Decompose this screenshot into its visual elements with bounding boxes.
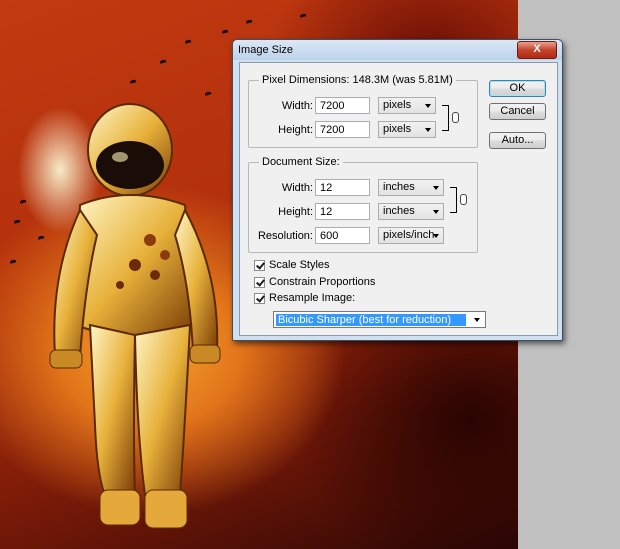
dropdown-arrow-icon <box>425 104 431 108</box>
pixel-width-unit-select[interactable]: pixels <box>378 97 436 114</box>
scale-styles-label: Scale Styles <box>269 259 330 271</box>
document-size-legend: Document Size: <box>259 156 343 168</box>
pixel-width-label: Width: <box>281 100 313 112</box>
dialog-body: Pixel Dimensions: 148.3M (was 5.81M) Wid… <box>239 62 558 336</box>
chain-link-icon <box>460 194 467 205</box>
pixel-dimensions-group: Pixel Dimensions: 148.3M (was 5.81M) Wid… <box>248 74 478 148</box>
resolution-unit-select[interactable]: pixels/inch <box>378 227 444 244</box>
ok-button[interactable]: OK <box>489 80 546 97</box>
close-button[interactable]: X <box>517 41 557 59</box>
document-size-label: Document Size: <box>262 156 340 168</box>
pixel-height-unit: pixels <box>383 123 412 135</box>
doc-width-input[interactable] <box>315 179 370 196</box>
resample-image-checkbox[interactable] <box>254 293 265 304</box>
doc-height-unit: inches <box>383 205 415 217</box>
checkbox-check-icon <box>256 277 265 287</box>
document-size-group: Document Size: Width: inches Height: inc… <box>248 156 478 253</box>
doc-height-input[interactable] <box>315 203 370 220</box>
constrain-proportions-checkbox[interactable] <box>254 277 265 288</box>
resolution-label: Resolution: <box>257 230 313 242</box>
pixel-link-bracket <box>442 105 449 131</box>
cancel-button[interactable]: Cancel <box>489 103 546 120</box>
pixel-width-unit: pixels <box>383 99 412 111</box>
pixel-dimensions-legend: Pixel Dimensions: 148.3M (was 5.81M) <box>259 74 456 86</box>
auto-button[interactable]: Auto... <box>489 132 546 149</box>
resample-image-label: Resample Image: <box>269 292 356 304</box>
doc-width-unit: inches <box>383 181 415 193</box>
resolution-unit: pixels/inch <box>383 229 435 241</box>
dropdown-arrow-icon <box>425 128 431 132</box>
doc-height-unit-select[interactable]: inches <box>378 203 444 220</box>
pixel-dimensions-summary: 148.3M (was 5.81M) <box>352 74 453 86</box>
document-link-bracket <box>450 187 457 213</box>
resample-method-value: Bicubic Sharper (best for reduction) <box>276 314 466 326</box>
scale-styles-checkbox[interactable] <box>254 260 265 271</box>
resolution-input[interactable] <box>315 227 370 244</box>
constrain-proportions-label: Constrain Proportions <box>269 276 376 288</box>
checkbox-check-icon <box>256 260 265 270</box>
astronaut-figure <box>49 103 221 529</box>
pixel-width-input[interactable] <box>315 97 370 114</box>
doc-height-label: Height: <box>278 206 313 218</box>
image-size-dialog: Image Size X Pixel Dimensions: 148.3M (w… <box>232 39 563 341</box>
checkbox-check-icon <box>256 293 265 303</box>
dropdown-arrow-icon <box>433 210 439 214</box>
dropdown-arrow-icon <box>474 318 480 322</box>
dropdown-arrow-icon <box>433 234 439 238</box>
pixel-height-unit-select[interactable]: pixels <box>378 121 436 138</box>
doc-width-unit-select[interactable]: inches <box>378 179 444 196</box>
doc-width-label: Width: <box>281 182 313 194</box>
close-icon: X <box>533 43 541 55</box>
pixel-dimensions-label: Pixel Dimensions: <box>262 74 350 86</box>
resample-method-select[interactable]: Bicubic Sharper (best for reduction) <box>273 311 486 328</box>
dropdown-arrow-icon <box>433 186 439 190</box>
dialog-title: Image Size <box>238 44 294 56</box>
dialog-title-bar[interactable]: Image Size X <box>233 40 562 60</box>
pixel-height-input[interactable] <box>315 121 370 138</box>
chain-link-icon <box>452 112 459 123</box>
pixel-height-label: Height: <box>278 124 313 136</box>
